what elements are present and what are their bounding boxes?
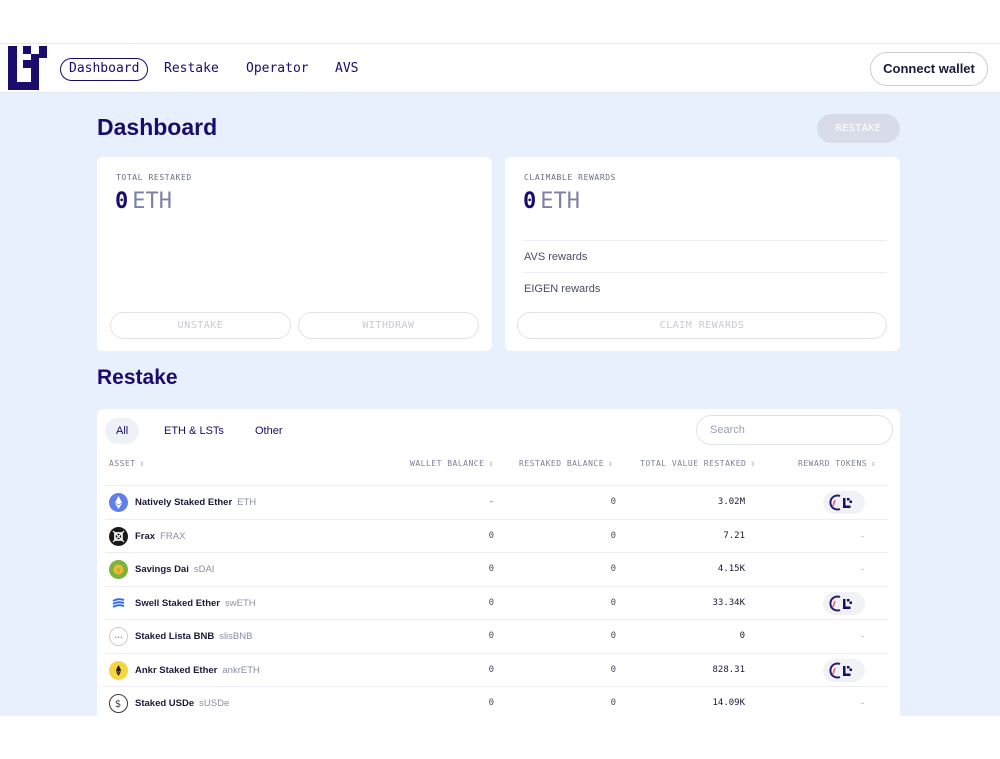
table-row[interactable]: Ankr Staked Ether ankrETH 0 0 828.31	[105, 652, 888, 686]
column-reward-tokens[interactable]: REWARD TOKENS ⇕	[798, 459, 876, 468]
sweth-icon	[109, 593, 128, 613]
asset-symbol: slisBNB	[219, 631, 253, 642]
total-value-cell: 33.34K	[712, 597, 745, 608]
slisbnb-icon: •••	[109, 627, 128, 646]
table-row[interactable]: Swell Staked Ether swETH 0 0 33.34K	[105, 585, 888, 619]
restaked-balance-cell: 0	[610, 497, 616, 507]
nav-avs[interactable]: AVS	[335, 57, 358, 81]
asset-name: Staked Lista BNB slisBNB	[135, 631, 253, 642]
tab-other[interactable]: Other	[244, 418, 294, 444]
connect-wallet-button[interactable]: Connect wallet	[870, 52, 988, 86]
withdraw-button[interactable]: WITHDRAW	[298, 312, 479, 339]
eigen-token-icon	[829, 662, 852, 678]
asset-name: Natively Staked Ether ETH	[135, 497, 257, 508]
search-input[interactable]	[696, 415, 893, 445]
claimable-rewards-value: 0 ETH	[523, 189, 580, 214]
wallet-balance-cell: 0	[488, 530, 494, 541]
total-value-cell: 0	[739, 631, 745, 641]
asset-name: Staked USDe sUSDe	[135, 698, 230, 709]
table-row[interactable]: $ Savings Dai sDAI 0 0 4.15K -	[105, 552, 888, 585]
column-total-value-restaked[interactable]: TOTAL VALUE RESTAKED ⇕	[640, 459, 756, 468]
table-row[interactable]: $ Staked USDe sUSDe 0 0 14.09K -	[105, 686, 888, 716]
total-value-cell: 828.31	[712, 664, 745, 675]
asset-name: Frax FRAX	[135, 530, 186, 542]
asset-symbol: ETH	[237, 497, 257, 508]
eth-icon	[109, 493, 128, 512]
wallet-balance-cell: 0	[488, 597, 494, 608]
wallet-balance-cell: 0	[488, 698, 494, 708]
claimable-rewards-label: CLAIMABLE REWARDS	[524, 173, 617, 182]
reward-token-empty: -	[861, 530, 864, 541]
eigen-rewards-row: EIGEN rewards	[523, 272, 887, 304]
eigenlayer-logo-icon[interactable]	[8, 46, 48, 90]
restake-button[interactable]: RESTAKE	[817, 114, 900, 143]
column-asset[interactable]: ASSET ⇕	[109, 459, 145, 468]
total-value-cell: 4.15K	[717, 564, 745, 574]
total-value-cell: 7.21	[723, 530, 745, 541]
restake-section-title: Restake	[97, 366, 178, 389]
main-content: Dashboard RESTAKE TOTAL RESTAKED 0 ETH UN…	[0, 93, 1000, 716]
reward-token-badge[interactable]	[823, 491, 865, 514]
avs-rewards-row: AVS rewards	[523, 240, 887, 272]
tab-eth-lsts[interactable]: ETH & LSTs	[153, 418, 235, 444]
table-row[interactable]: ••• Staked Lista BNB slisBNB 0 0 0 -	[105, 619, 888, 652]
restaked-balance-cell: 0	[610, 664, 616, 675]
asset-symbol: ankrETH	[222, 664, 260, 676]
svg-text:$: $	[117, 567, 121, 574]
unstake-button[interactable]: UNSTAKE	[110, 312, 291, 339]
restaked-balance-cell: 0	[610, 597, 616, 608]
svg-text:•••: •••	[114, 635, 123, 641]
asset-symbol: sDAI	[193, 564, 215, 575]
restake-table-card: All ETH & LSTs Other ASSET⇕ WALLET BALAN…	[97, 409, 900, 716]
total-value-cell: 14.09K	[712, 698, 745, 708]
total-value-cell: 3.02M	[717, 497, 745, 507]
page-title: Dashboard	[97, 114, 218, 140]
restaked-balance-cell: 0	[610, 564, 616, 574]
asset-name: Swell Staked Ether swETH	[135, 597, 256, 609]
asset-symbol: FRAX	[160, 530, 186, 542]
reward-token-empty: -	[861, 698, 864, 708]
column-restaked-balance[interactable]: RESTAKED BALANCE ⇕	[519, 459, 613, 468]
column-wallet-balance[interactable]: WALLET BALANCE ⇕	[410, 459, 494, 468]
asset-symbol: sUSDe	[199, 698, 230, 709]
wallet-balance-cell: -	[488, 497, 494, 507]
total-restaked-card: TOTAL RESTAKED 0 ETH UNSTAKE WITHDRAW	[97, 157, 492, 351]
frax-icon	[109, 526, 128, 546]
eigen-token-icon	[829, 595, 852, 611]
claim-rewards-button[interactable]: CLAIM REWARDS	[517, 312, 887, 339]
asset-name: Savings Dai sDAI	[135, 564, 215, 575]
reward-token-empty: -	[861, 631, 864, 641]
claimable-rewards-card: CLAIMABLE REWARDS 0 ETH AVS rewards EIGEN…	[505, 157, 900, 351]
total-restaked-value: 0 ETH	[115, 189, 172, 214]
ankreth-icon	[109, 660, 128, 680]
tab-all[interactable]: All	[105, 418, 140, 444]
restaked-balance-cell: 0	[610, 698, 616, 708]
top-navbar: Dashboard Restake Operator AVS Connect w…	[0, 43, 1000, 93]
susde-icon: $	[109, 694, 128, 713]
asset-symbol: swETH	[225, 597, 256, 609]
table-row[interactable]: Natively Staked Ether ETH - 0 3.02M	[105, 485, 888, 518]
eigen-token-icon	[829, 494, 852, 511]
sdai-icon: $	[109, 560, 128, 579]
reward-token-empty: -	[861, 564, 864, 574]
restaked-balance-cell: 0	[610, 631, 616, 641]
wallet-balance-cell: 0	[488, 631, 494, 641]
wallet-balance-cell: 0	[488, 664, 494, 675]
nav-restake[interactable]: Restake	[164, 57, 219, 81]
table-row[interactable]: Frax FRAX 0 0 7.21 -	[105, 518, 888, 552]
restaked-balance-cell: 0	[610, 530, 616, 541]
reward-token-badge[interactable]	[823, 658, 865, 682]
total-restaked-label: TOTAL RESTAKED	[116, 173, 192, 182]
nav-dashboard[interactable]: Dashboard	[60, 58, 149, 81]
svg-text:$: $	[115, 699, 121, 710]
asset-name: Ankr Staked Ether ankrETH	[135, 664, 260, 676]
reward-token-badge[interactable]	[823, 591, 865, 615]
wallet-balance-cell: 0	[488, 564, 494, 574]
nav-operator[interactable]: Operator	[246, 57, 309, 81]
